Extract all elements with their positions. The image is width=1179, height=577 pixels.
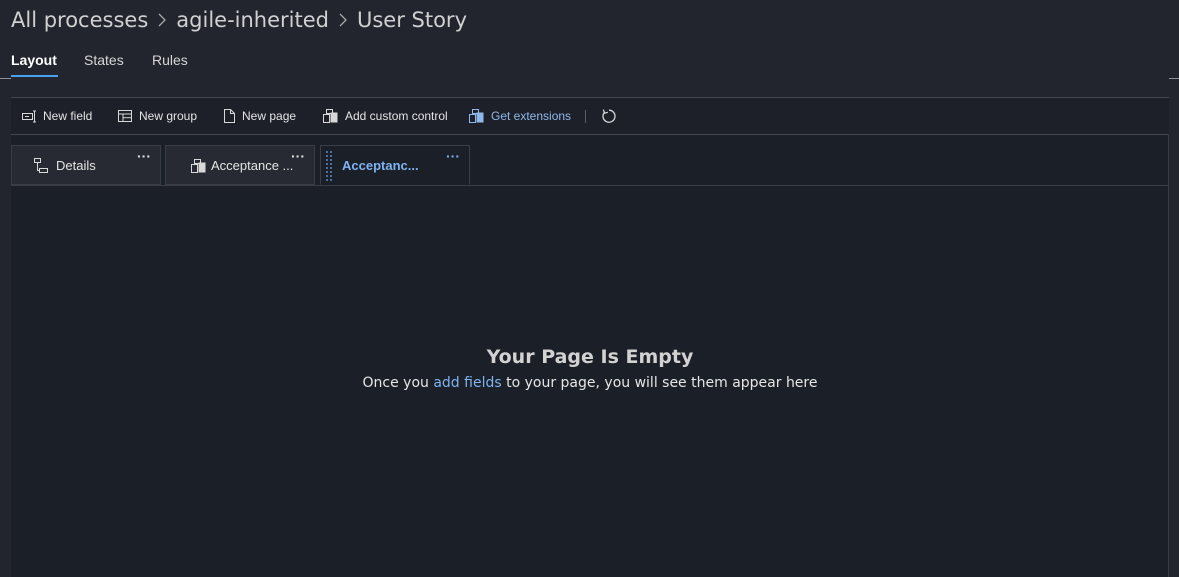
page-tab-label: Details <box>56 158 96 173</box>
new-page-label: New page <box>242 109 297 123</box>
extensions-icon <box>469 109 484 123</box>
refresh-icon <box>602 109 616 123</box>
empty-state-title: Your Page Is Empty <box>486 346 694 368</box>
get-extensions-label: Get extensions <box>491 109 572 123</box>
add-custom-control-label: Add custom control <box>345 109 448 123</box>
toolbar-separator <box>585 110 586 123</box>
more-options-icon[interactable]: ··· <box>137 149 151 163</box>
process-layout-editor: All processes agile-inherited User Story… <box>0 0 1179 577</box>
tab-states[interactable]: States <box>84 52 124 68</box>
layout-panel: New field New group New page Add custom … <box>11 78 1169 577</box>
new-group-icon <box>118 109 132 122</box>
extension-icon <box>191 159 206 173</box>
custom-control-icon <box>323 109 338 123</box>
refresh-button[interactable] <box>601 98 623 134</box>
toolbar: New field New group New page Add custom … <box>11 98 1169 135</box>
breadcrumb-all-processes[interactable]: All processes <box>11 8 148 32</box>
page-tab-acceptance-1[interactable]: Acceptance ... ··· <box>165 145 315 185</box>
chevron-right-icon <box>157 13 167 27</box>
breadcrumb-work-item-type: User Story <box>356 8 467 32</box>
chevron-right-icon <box>338 13 348 27</box>
top-tabs: Layout States Rules <box>0 44 1179 79</box>
add-custom-control-button[interactable]: Add custom control <box>323 98 448 134</box>
empty-state-text-before: Once you <box>362 375 429 391</box>
tree-icon <box>34 158 48 173</box>
new-field-icon <box>22 110 36 122</box>
new-page-button[interactable]: New page <box>223 98 296 134</box>
page-tab-label: Acceptanc... <box>342 158 419 173</box>
page-tab-acceptance-2[interactable]: Acceptanc... ··· <box>320 145 470 185</box>
drag-handle-icon[interactable] <box>325 150 335 182</box>
new-page-icon <box>224 109 235 123</box>
empty-state-text-after: to your page, you will see them appear h… <box>506 375 818 391</box>
new-field-button[interactable]: New field <box>22 98 92 134</box>
page-tab-label: Acceptance ... <box>211 158 294 173</box>
new-group-button[interactable]: New group <box>118 98 197 134</box>
more-options-icon[interactable]: ··· <box>291 149 305 163</box>
empty-state-message: Once you add fields to your page, you wi… <box>11 375 1169 391</box>
add-fields-link[interactable]: add fields <box>433 375 501 391</box>
new-group-label: New group <box>139 109 198 123</box>
panel-top-strip <box>11 78 1169 98</box>
page-tab-details[interactable]: Details ··· <box>11 145 161 185</box>
tabs-divider <box>11 185 1169 186</box>
tab-rules[interactable]: Rules <box>152 52 188 68</box>
active-tab-indicator <box>11 75 58 77</box>
get-extensions-button[interactable]: Get extensions <box>469 98 571 134</box>
more-options-icon[interactable]: ··· <box>446 149 460 163</box>
breadcrumb-process[interactable]: agile-inherited <box>176 8 329 32</box>
new-field-label: New field <box>43 109 93 123</box>
breadcrumb: All processes agile-inherited User Story <box>11 5 467 35</box>
tab-layout[interactable]: Layout <box>11 52 57 68</box>
